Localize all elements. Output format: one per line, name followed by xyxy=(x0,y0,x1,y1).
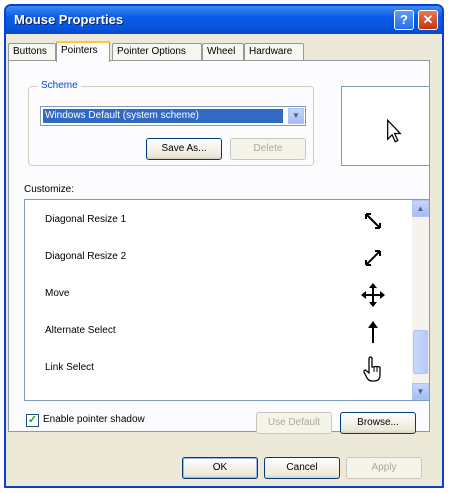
hand-icon xyxy=(363,356,381,382)
tab-pointers[interactable]: Pointers xyxy=(56,41,110,62)
use-default-button[interactable]: Use Default xyxy=(256,412,332,434)
diagonal-resize-1-icon xyxy=(365,213,381,229)
move-icon xyxy=(361,283,385,307)
window-title: Mouse Properties xyxy=(14,12,124,27)
arrow-pointer-icon xyxy=(387,119,402,143)
pointer-shadow-checkbox[interactable]: ✓ xyxy=(26,414,39,427)
list-item[interactable]: Diagonal Resize 1 xyxy=(25,203,405,239)
list-item-label: Diagonal Resize 2 xyxy=(45,251,127,262)
list-item[interactable]: Alternate Select xyxy=(25,314,405,350)
pointer-shadow-label: Enable pointer shadow xyxy=(43,414,145,425)
list-item[interactable]: Link Select xyxy=(25,351,405,387)
scheme-group-label: Scheme xyxy=(38,80,81,91)
close-button[interactable]: ✕ xyxy=(418,10,438,30)
diagonal-resize-2-icon xyxy=(365,250,381,266)
delete-button[interactable]: Delete xyxy=(230,138,306,160)
tab-hardware[interactable]: Hardware xyxy=(244,43,304,61)
save-as-button[interactable]: Save As... xyxy=(146,138,222,160)
help-button[interactable]: ? xyxy=(394,10,414,30)
scroll-down-icon[interactable]: ▼ xyxy=(412,383,429,400)
chevron-down-icon[interactable]: ▼ xyxy=(288,108,304,124)
apply-button[interactable]: Apply xyxy=(346,457,422,479)
list-item-label: Diagonal Resize 1 xyxy=(45,214,127,225)
tab-wheel[interactable]: Wheel xyxy=(202,43,244,61)
list-item-label: Alternate Select xyxy=(45,325,116,336)
scheme-dropdown[interactable]: Windows Default (system scheme) ▼ xyxy=(40,106,306,126)
pointer-list[interactable]: Diagonal Resize 1 Diagonal Resize 2 Move… xyxy=(24,199,430,401)
scrollbar-thumb[interactable] xyxy=(413,330,428,374)
customize-label: Customize: xyxy=(24,184,75,195)
list-item-label: Link Select xyxy=(45,362,94,373)
list-item[interactable]: Move xyxy=(25,277,405,313)
browse-button[interactable]: Browse... xyxy=(340,412,416,434)
list-scrollbar[interactable]: ▲ ▼ xyxy=(412,200,429,400)
ok-button[interactable]: OK xyxy=(182,457,258,479)
scheme-dropdown-value: Windows Default (system scheme) xyxy=(43,109,283,123)
list-item-label: Move xyxy=(45,288,70,299)
pointer-preview xyxy=(341,86,430,166)
scroll-up-icon[interactable]: ▲ xyxy=(412,200,429,217)
cancel-button[interactable]: Cancel xyxy=(264,457,340,479)
title-bar[interactable]: Mouse Properties ? ✕ xyxy=(6,6,442,34)
list-item[interactable]: Diagonal Resize 2 xyxy=(25,240,405,276)
tab-buttons[interactable]: Buttons xyxy=(8,43,56,61)
tab-pointer-options[interactable]: Pointer Options xyxy=(112,43,202,61)
up-arrow-icon xyxy=(368,321,378,343)
